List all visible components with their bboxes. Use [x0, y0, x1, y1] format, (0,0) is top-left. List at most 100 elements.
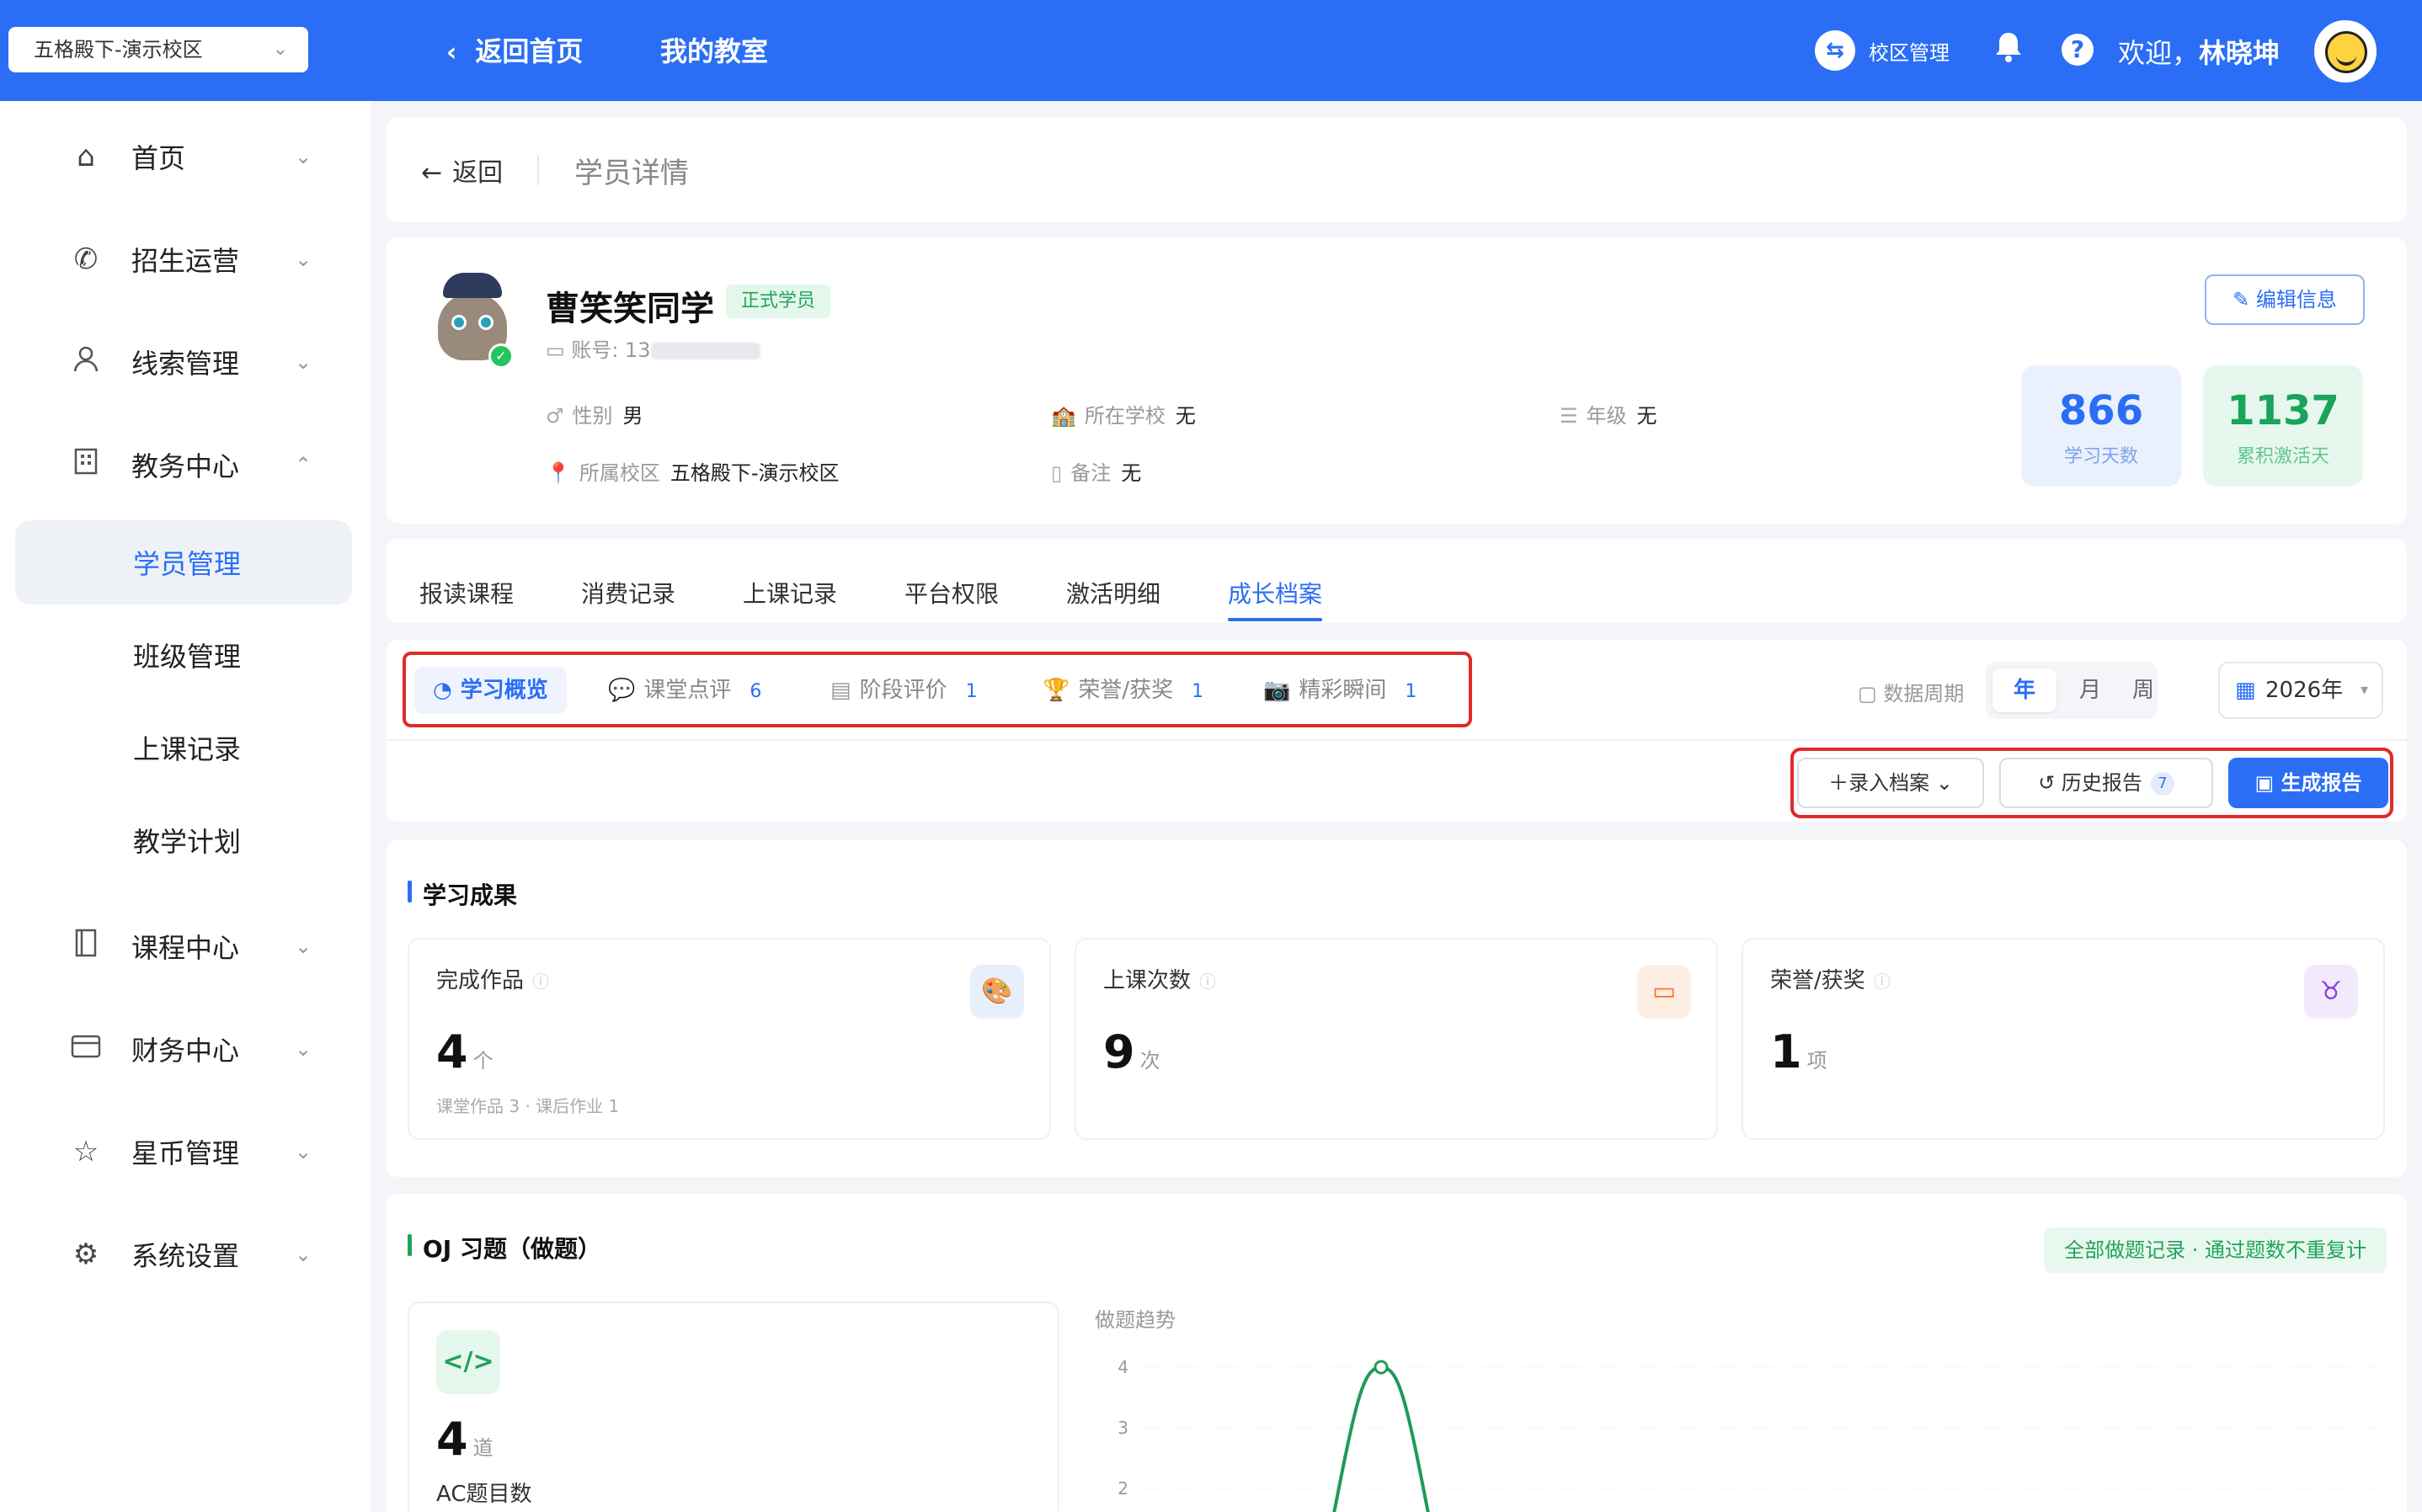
calendar-icon: ▦ — [2235, 678, 2256, 703]
period-option-month[interactable]: 月 — [2058, 668, 2122, 712]
subtab-highlights[interactable]: 📷 精彩瞬间 1 — [1263, 667, 1416, 714]
tab-lesson-records[interactable]: 上课记录 — [743, 576, 837, 610]
caret-down-icon: ▾ — [2360, 681, 2368, 699]
avatar[interactable] — [2314, 20, 2377, 83]
subtab-count: 1 — [1192, 681, 1204, 702]
add-archive-button[interactable]: ＋录入档案 ⌄ — [1797, 758, 1984, 808]
pie-chart-icon: ◔ — [433, 678, 452, 703]
tab-enrolled-courses[interactable]: 报读课程 — [419, 576, 514, 610]
sidebar-sub-teaching-plan[interactable]: 教学计划 — [15, 798, 352, 882]
generate-report-button[interactable]: ▣ 生成报告 — [2228, 758, 2388, 808]
year-select[interactable]: ▦ 2026年 ▾ — [2218, 662, 2383, 719]
sidebar-item-coins[interactable]: ☆ 星币管理 ⌄ — [0, 1110, 371, 1194]
school-icon: 🏫 — [1051, 404, 1076, 428]
tab-activation-details[interactable]: 激活明细 — [1066, 576, 1160, 610]
bell-icon[interactable] — [1993, 30, 2025, 72]
welcome-text: 欢迎，林晓坤 — [2118, 32, 2280, 71]
grade-info: ☰ 年级无 — [1560, 399, 1657, 429]
top-header: 五格殿下-演示校区 ⌄ ‹ 返回首页 我的教室 ⇆ 校区管理 ? 欢迎，林晓坤 — [0, 0, 2422, 101]
metric-number: 4 — [436, 1025, 468, 1078]
campus-select-value: 五格殿下-演示校区 — [34, 38, 203, 61]
campus-label: 所属校区 — [579, 461, 660, 485]
tab-consumption[interactable]: 消费记录 — [581, 576, 675, 610]
metric-unit: 项 — [1806, 1049, 1827, 1073]
subtab-class-comments[interactable]: 💬 课堂点评 6 — [608, 667, 761, 714]
verified-icon: ✓ — [488, 343, 514, 369]
history-report-button[interactable]: ↺ 历史报告 7 — [1999, 758, 2213, 808]
info-icon[interactable]: ⓘ — [1874, 972, 1891, 992]
period-option-week[interactable]: 周 — [2131, 668, 2156, 712]
calendar-icon: ▢ — [1858, 682, 1884, 705]
subtab-honors[interactable]: 🏆 荣誉/获奖 1 — [1043, 667, 1203, 714]
subtab-group: ◔ 学习概览 💬 课堂点评 6 ▤ 阶段评价 1 🏆 荣誉/获奖 1 📷 精彩瞬间 1 — [403, 652, 1472, 727]
back-home-link[interactable]: ‹ 返回首页 — [446, 30, 583, 69]
history-report-label: 历史报告 — [2061, 771, 2142, 795]
sidebar-sub-lesson-records[interactable]: 上课记录 — [15, 705, 352, 790]
tab-growth-archive[interactable]: 成长档案 — [1228, 576, 1323, 621]
subtab-count: 1 — [1405, 681, 1417, 702]
sidebar-item-enrollment[interactable]: ✆ 招生运营 ⌄ — [0, 217, 371, 301]
sidebar-item-courses[interactable]: 课程中心 ⌄ — [0, 904, 371, 988]
y-tick-label: 4 — [1118, 1357, 1128, 1377]
student-profile: ✓ 曹笑笑同学 正式学员 ▭ 账号: 13 ♂ 性别男 🏫 所在学校无 ☰ 年级无 📍… — [386, 237, 2407, 524]
trend-peak-point[interactable] — [1374, 1360, 1389, 1375]
sidebar-item-label: 课程中心 — [131, 932, 240, 964]
info-icon[interactable]: ⓘ — [532, 972, 549, 992]
metric-breakdown: 课堂作品 3 · 课后作业 1 — [436, 1096, 620, 1116]
period-option-year[interactable]: 年 — [1993, 668, 2057, 712]
active-days-label: 累积激活天 — [2236, 446, 2329, 467]
back-button[interactable]: ← 返回 — [421, 152, 503, 189]
card-icon — [67, 1032, 104, 1066]
subtab-stage-evaluation[interactable]: ▤ 阶段评价 1 — [830, 667, 978, 714]
welcome-prefix: 欢迎， — [2118, 37, 2200, 69]
plus-icon: ＋ — [1828, 771, 1849, 795]
help-icon[interactable]: ? — [2062, 34, 2094, 66]
study-days-stat: 866 学习天数 — [2021, 365, 2181, 487]
chevron-down-icon: ⌄ — [295, 1037, 312, 1061]
sidebar-item-academic[interactable]: 教务中心 ⌃ — [0, 423, 371, 507]
info-icon[interactable]: ⓘ — [1199, 972, 1216, 992]
breadcrumb: ← 返回 学员详情 — [386, 118, 2407, 222]
study-days-value: 866 — [2058, 387, 2144, 434]
sidebar-item-settings[interactable]: ⚙ 系统设置 ⌄ — [0, 1212, 371, 1296]
period-segmented-control: 年 月 周 — [1986, 662, 2158, 719]
subtab-overview[interactable]: ◔ 学习概览 — [414, 667, 567, 714]
sidebar-sub-classes[interactable]: 班级管理 — [15, 613, 352, 697]
campus-select[interactable]: 五格殿下-演示校区 ⌄ — [8, 27, 308, 72]
gender-value: 男 — [622, 404, 643, 428]
my-classroom-link[interactable]: 我的教室 — [660, 30, 768, 69]
generate-report-label: 生成报告 — [2281, 771, 2362, 795]
sidebar-item-home[interactable]: ⌂ 首页 ⌄ — [0, 114, 371, 199]
chevron-down-icon: ⌄ — [1929, 771, 1953, 795]
document-icon: ▯ — [1051, 461, 1063, 485]
trend-chart-title: 做题趋势 — [1095, 1308, 1176, 1332]
archive-filter-bar: ◔ 学习概览 💬 课堂点评 6 ▤ 阶段评价 1 🏆 荣誉/获奖 1 📷 精彩瞬间 1 ▢ 数据周… — [386, 640, 2407, 822]
star-icon: ☆ — [72, 1135, 99, 1169]
student-account: ▭ 账号: 13 — [546, 333, 760, 363]
subtab-count: 1 — [965, 681, 978, 702]
subtab-label: 荣誉/获奖 — [1078, 678, 1174, 703]
metric-number: 1 — [1770, 1025, 1802, 1078]
campus-info: 📍 所属校区 五格殿下-演示校区 — [546, 456, 840, 486]
all-records-link[interactable]: 全部做题记录 · 通过题数不重复计 — [2044, 1227, 2387, 1273]
location-icon: 📍 — [546, 461, 571, 485]
sidebar-item-label: 财务中心 — [131, 1035, 240, 1067]
metric-number: 9 — [1103, 1025, 1135, 1078]
back-home-label: 返回首页 — [475, 35, 584, 67]
school-info: 🏫 所在学校无 — [1051, 399, 1196, 429]
camera-icon: 📷 — [1263, 678, 1291, 703]
sidebar-item-label: 线索管理 — [131, 348, 240, 380]
masked-account — [650, 343, 760, 359]
sidebar-item-leads[interactable]: 线索管理 ⌄ — [0, 320, 371, 404]
edit-info-label: 编辑信息 — [2255, 288, 2337, 311]
learning-results-section: 学习成果 完成作品 ⓘ 🎨 4个 课堂作品 3 · 课后作业 1 上课次数 ⓘ ▭ … — [386, 840, 2407, 1177]
sidebar-item-finance[interactable]: 财务中心 ⌄ — [0, 1007, 371, 1091]
subtab-label: 课堂点评 — [643, 678, 732, 703]
edit-info-button[interactable]: ✎ 编辑信息 — [2205, 274, 2365, 325]
tab-platform-permissions[interactable]: 平台权限 — [904, 576, 999, 610]
sidebar-sub-students[interactable]: 学员管理 — [15, 520, 352, 604]
oj-exercises-section: OJ 习题（做题） 全部做题记录 · 通过题数不重复计 </> 4道 AC题目数… — [386, 1194, 2407, 1512]
campus-mgmt-button[interactable]: ⇆ 校区管理 — [1815, 30, 1950, 71]
subtab-label: 学习概览 — [460, 678, 548, 703]
sidebar: ⌂ 首页 ⌄ ✆ 招生运营 ⌄ 线索管理 ⌄ 教务中心 ⌃ 学员管理 班级管理 … — [0, 101, 371, 1512]
